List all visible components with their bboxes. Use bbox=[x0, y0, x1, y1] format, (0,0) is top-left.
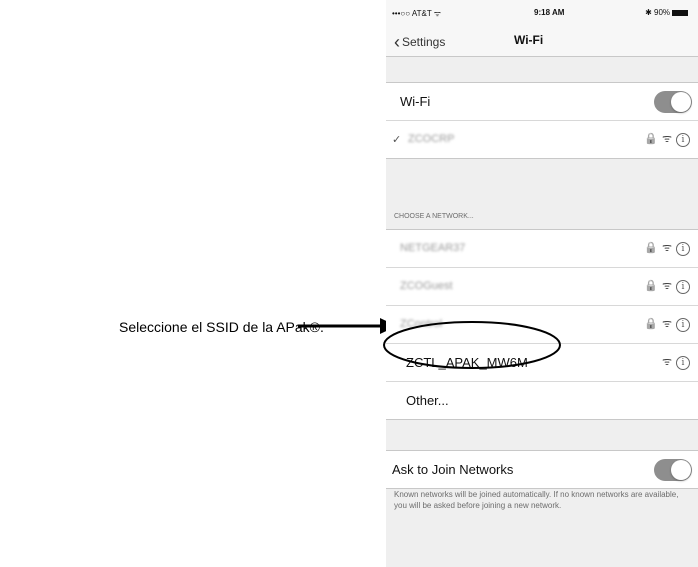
info-icon[interactable]: i bbox=[676, 280, 690, 294]
network-name: ZCOGuest bbox=[400, 280, 453, 292]
wifi-group: Wi-Fi ✓ ZCOCRP 🔒ᯤ i bbox=[386, 82, 698, 159]
wifi-toggle[interactable] bbox=[654, 91, 692, 113]
networks-group: NETGEAR37 🔒ᯤ i ZCOGuest 🔒ᯤ i ZControl 🔒ᯤ i … bbox=[386, 229, 698, 420]
info-icon[interactable]: i bbox=[676, 318, 690, 332]
connected-network-name: ZCOCRP bbox=[408, 133, 455, 145]
info-icon[interactable]: i bbox=[676, 133, 690, 147]
info-icon[interactable]: i bbox=[676, 356, 690, 370]
ask-to-join-toggle[interactable] bbox=[654, 459, 692, 481]
wifi-icon: ᯤ bbox=[661, 242, 676, 254]
other-label: Other... bbox=[406, 393, 449, 408]
wifi-toggle-row: Wi-Fi bbox=[386, 83, 698, 121]
wifi-icon: ᯤ bbox=[661, 356, 676, 368]
wifi-signal-icon: ᯤ bbox=[433, 9, 442, 18]
wifi-icon: ᯤ bbox=[661, 318, 676, 330]
network-name: NETGEAR37 bbox=[400, 242, 466, 254]
lock-icon: 🔒 bbox=[644, 280, 662, 292]
other-network-row[interactable]: Other... bbox=[386, 382, 698, 419]
status-time: 9:18 AM bbox=[534, 8, 565, 17]
lock-icon: 🔒 bbox=[644, 133, 662, 145]
network-name: ZCTL_APAK_MW6M bbox=[406, 355, 528, 370]
lock-icon: 🔒 bbox=[644, 242, 662, 254]
status-bar: •••○○ AT&T ᯤ 9:18 AM ✱ 90% bbox=[386, 0, 698, 22]
back-button[interactable]: ‹ Settings bbox=[394, 30, 445, 52]
wifi-label: Wi-Fi bbox=[400, 94, 431, 109]
iphone-screen: •••○○ AT&T ᯤ 9:18 AM ✱ 90% ‹ Settings Wi-… bbox=[386, 0, 698, 567]
battery-indicator: ✱ 90% bbox=[645, 8, 688, 17]
battery-icon bbox=[672, 9, 688, 16]
network-row[interactable]: ZControl 🔒ᯤ i bbox=[386, 306, 698, 344]
network-row[interactable]: NETGEAR37 🔒ᯤ i bbox=[386, 230, 698, 268]
network-row[interactable]: ZCOGuest 🔒ᯤ i bbox=[386, 268, 698, 306]
connected-network-row[interactable]: ✓ ZCOCRP 🔒ᯤ i bbox=[386, 121, 698, 158]
wifi-icon: ᯤ bbox=[661, 280, 676, 292]
lock-icon: 🔒 bbox=[644, 318, 662, 330]
section-header: CHOOSE A NETWORK... bbox=[394, 213, 474, 220]
wifi-icon: ᯤ bbox=[661, 133, 676, 145]
chevron-left-icon: ‹ bbox=[394, 32, 400, 52]
info-icon[interactable]: i bbox=[676, 242, 690, 256]
network-name: ZControl bbox=[400, 318, 443, 330]
ask-to-join-group: Ask to Join Networks bbox=[386, 450, 698, 489]
ask-to-join-row: Ask to Join Networks bbox=[386, 451, 698, 488]
footer-note: Known networks will be joined automatica… bbox=[394, 490, 679, 510]
network-row-apak[interactable]: ZCTL_APAK_MW6M ᯤi bbox=[386, 344, 698, 382]
navigation-bar: ‹ Settings Wi-Fi bbox=[386, 22, 698, 57]
page-title: Wi-Fi bbox=[514, 33, 544, 47]
checkmark-icon: ✓ bbox=[392, 134, 402, 146]
ask-to-join-label: Ask to Join Networks bbox=[392, 462, 514, 477]
carrier-label: •••○○ AT&T ᯤ bbox=[392, 9, 442, 18]
